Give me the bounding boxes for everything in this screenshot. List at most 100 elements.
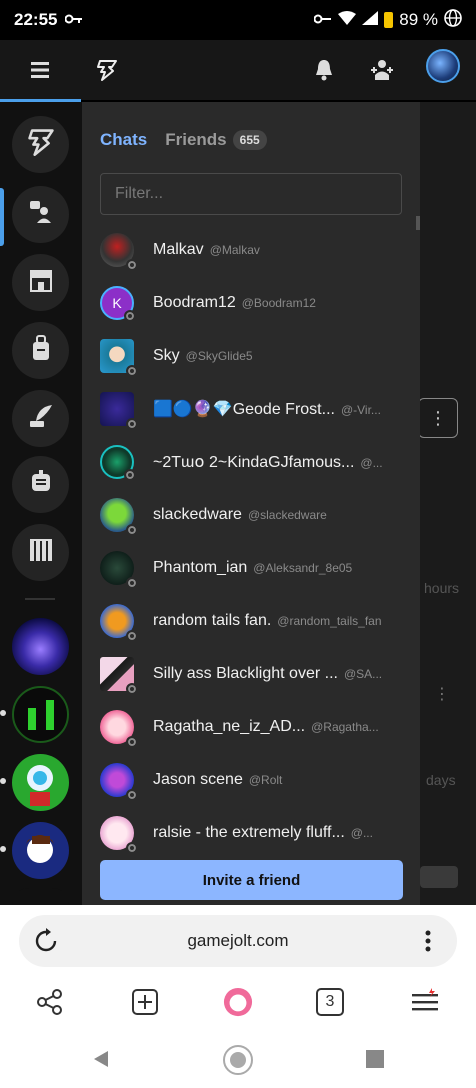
community-avatar[interactable]	[12, 754, 69, 811]
chat-avatar	[100, 550, 138, 589]
chat-name: Jason scene	[153, 770, 243, 788]
chat-handle: @SkyGlide5	[185, 348, 253, 363]
inventory-button[interactable]	[12, 322, 69, 379]
chat-list-item[interactable]: Phantom_ian @Aleksandr_8e05	[82, 541, 420, 594]
chat-name: Boodram12	[153, 293, 236, 311]
new-tab-icon[interactable]	[130, 987, 160, 1017]
friend-requests-icon[interactable]	[366, 54, 398, 86]
backpack-icon	[30, 335, 52, 366]
recents-icon[interactable]	[366, 1050, 384, 1073]
battery-icon	[384, 12, 394, 28]
community-avatar[interactable]	[12, 822, 69, 879]
chat-list-item[interactable]: random tails fan. @random_tails_fan	[82, 594, 420, 647]
battery-percent: 89 %	[399, 10, 438, 29]
offline-status-icon	[124, 309, 136, 322]
offline-status-icon	[126, 576, 138, 589]
chat-handle: @Rolt	[248, 772, 283, 787]
chat-handle: @Aleksandr_8e05	[253, 560, 353, 575]
vpn-key-icon	[313, 10, 332, 30]
tab-count: 3	[316, 988, 344, 1016]
friends-count-badge: 655	[232, 130, 267, 150]
user-avatar[interactable]	[426, 49, 460, 83]
address-bar[interactable]: gamejolt.com	[19, 915, 457, 967]
unread-dot	[0, 778, 6, 784]
chat-name: Phantom_ian	[153, 558, 248, 576]
chat-list-item[interactable]: Ragatha_ne_iz_AD... @Ragatha...	[82, 700, 420, 753]
status-time: 22:55	[14, 10, 58, 29]
community-avatar[interactable]	[12, 686, 69, 743]
community-avatar[interactable]	[12, 888, 69, 905]
chat-list-item[interactable]: ~2Tɯ໐ 2~KindaGJfamous... @...	[82, 435, 420, 488]
chat-list: Malkav @Malkav K Boodram12 @Boodram12 Sky @…	[82, 223, 420, 859]
browser-url-area: gamejolt.com	[0, 905, 476, 977]
background-button	[420, 866, 458, 888]
gamejolt-logo-icon[interactable]	[91, 54, 123, 86]
tab-chats[interactable]: Chats	[100, 130, 147, 150]
chat-list-item[interactable]: slackedware @slackedware	[82, 488, 420, 541]
unread-dot	[0, 710, 6, 716]
more-options-icon[interactable]: ⋮	[418, 398, 458, 438]
unread-dot	[0, 846, 6, 852]
offline-status-icon	[126, 364, 138, 377]
back-icon[interactable]	[90, 1049, 110, 1074]
chat-list-item[interactable]: Silly ass Blacklight over ... @SA...	[82, 647, 420, 700]
share-icon[interactable]	[35, 987, 65, 1017]
signal-icon	[362, 10, 379, 30]
chat-name: ralsie - the extremely fluff...	[153, 823, 345, 841]
globe-icon	[444, 8, 462, 32]
library-icon	[28, 537, 54, 568]
chat-name: ~2Tɯ໐ 2~KindaGJfamous...	[153, 453, 355, 471]
chat-button[interactable]	[12, 186, 69, 243]
chat-avatar	[100, 656, 138, 695]
alice-assistant-icon[interactable]	[223, 987, 253, 1017]
chat-handle: @random_tails_fan	[277, 613, 382, 628]
chat-avatar	[100, 815, 138, 854]
home-icon[interactable]	[222, 1044, 254, 1081]
user-chat-icon	[28, 199, 54, 230]
background-text: days	[426, 772, 456, 788]
tab-friends-label: Friends	[165, 130, 227, 149]
chat-list-item[interactable]: Sky @SkyGlide5	[82, 329, 420, 382]
offline-status-icon	[126, 258, 138, 271]
chat-list-item[interactable]: 🟦🔵🔮💎Geode Frost... @-Vir...	[82, 382, 420, 435]
library-button[interactable]	[12, 524, 69, 581]
browser-menu-icon[interactable]	[410, 987, 440, 1017]
tab-friends[interactable]: Friends 655	[165, 130, 267, 150]
system-nav-bar	[0, 1032, 476, 1088]
invite-friend-button[interactable]: Invite a friend	[100, 860, 403, 900]
avatar-initial: K	[112, 294, 122, 311]
chat-name: Silly ass Blacklight over ...	[153, 664, 338, 682]
chat-list-item[interactable]: K Boodram12 @Boodram12	[82, 276, 420, 329]
offline-status-icon	[126, 523, 138, 536]
home-button[interactable]	[12, 116, 69, 173]
community-avatar[interactable]	[12, 618, 69, 675]
offline-status-icon	[126, 841, 138, 854]
chat-avatar	[100, 497, 138, 536]
chat-avatar	[100, 603, 138, 642]
filter-input[interactable]	[100, 173, 402, 215]
browser-toolbar: 3	[0, 977, 476, 1032]
panel-tabs: Chats Friends 655	[100, 130, 267, 150]
store-button[interactable]	[12, 254, 69, 311]
chat-name: Malkav	[153, 240, 204, 258]
chat-handle: @slackedware	[247, 507, 327, 522]
chat-avatar	[100, 709, 138, 748]
notifications-bell-icon[interactable]	[308, 54, 340, 86]
chat-list-item[interactable]: Malkav @Malkav	[82, 223, 420, 276]
left-sidebar	[0, 102, 82, 905]
more-options-icon[interactable]: ⋮	[434, 684, 450, 704]
offline-status-icon	[126, 735, 138, 748]
robot-button[interactable]	[12, 456, 69, 513]
tabs-count-button[interactable]: 3	[315, 987, 345, 1017]
more-vert-icon[interactable]	[415, 928, 441, 954]
key-icon	[64, 10, 83, 30]
reload-icon[interactable]	[33, 928, 59, 954]
offline-status-icon	[126, 629, 138, 642]
status-bar: 22:55 89 %	[0, 0, 476, 40]
chat-list-item[interactable]: Jason scene @Rolt	[82, 753, 420, 806]
chat-list-item[interactable]: ralsie - the extremely fluff... @...	[82, 806, 420, 859]
quests-button[interactable]	[12, 390, 69, 447]
chat-name: random tails fan.	[153, 611, 272, 629]
chat-name: 🟦🔵🔮💎Geode Frost...	[153, 400, 335, 418]
hamburger-menu-icon[interactable]	[24, 54, 56, 86]
